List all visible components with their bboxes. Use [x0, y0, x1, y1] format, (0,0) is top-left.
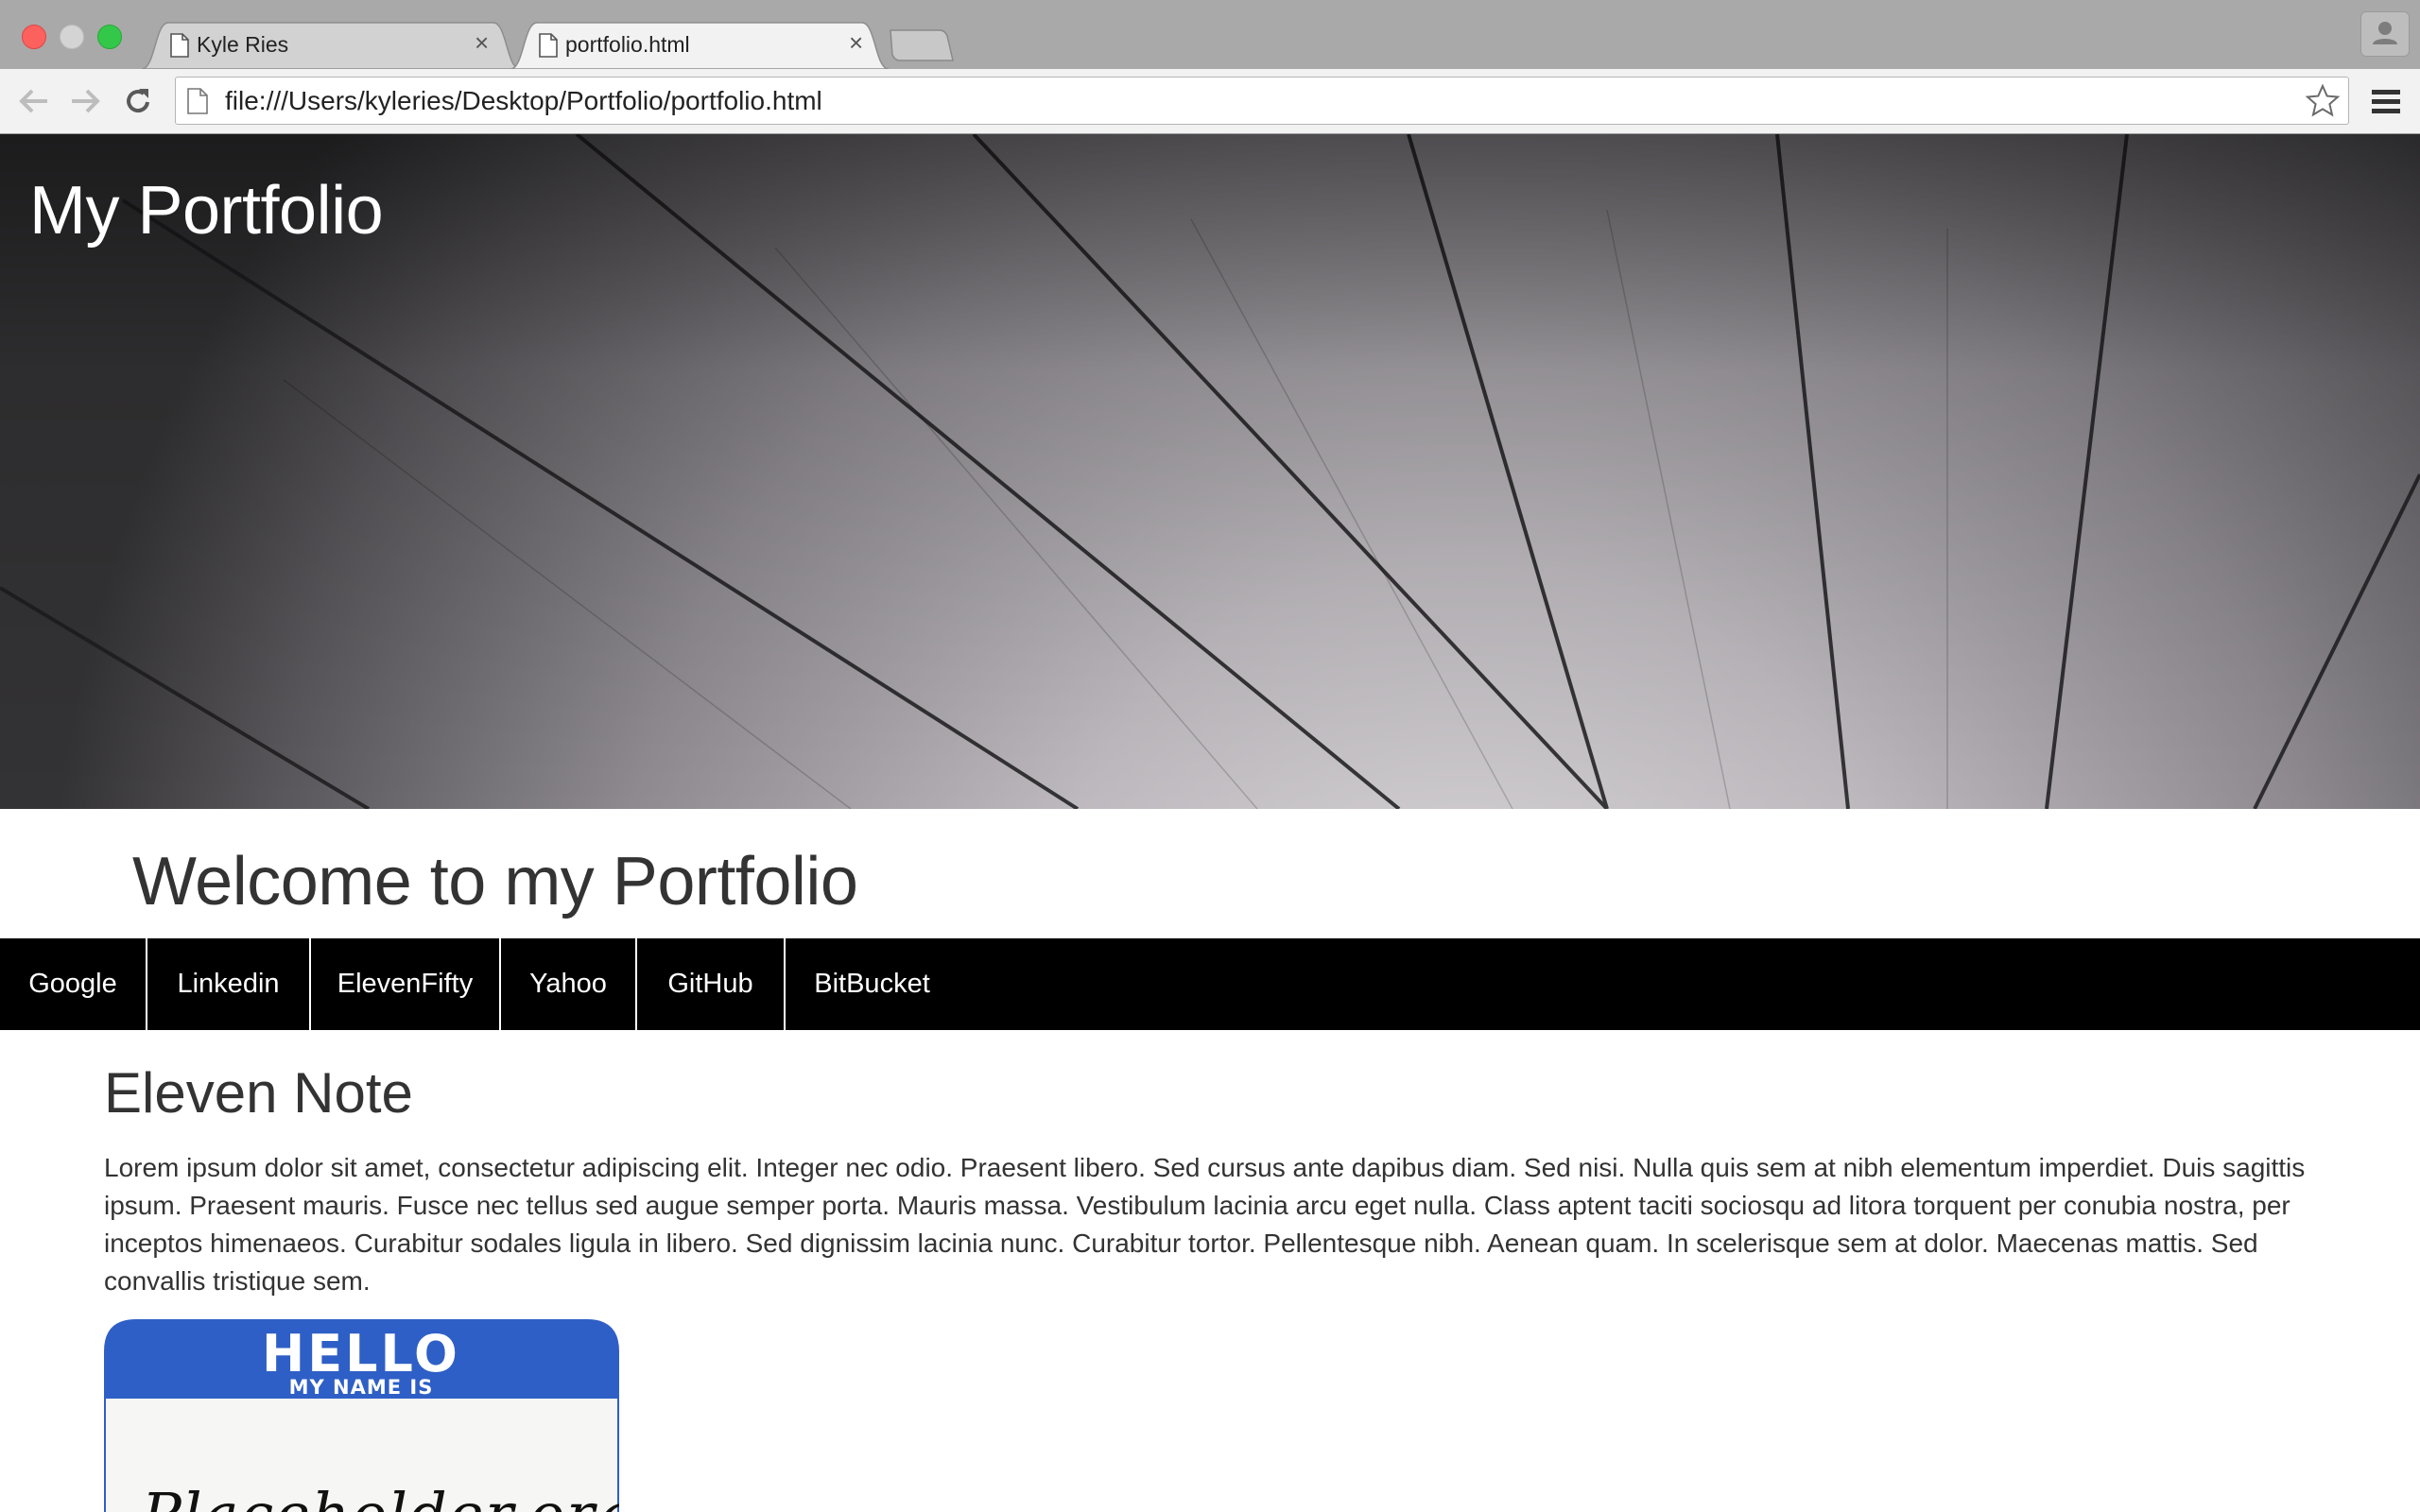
project-title: Eleven Note [104, 1061, 413, 1125]
address-bar[interactable]: file:///Users/kyleries/Desktop/Portfolio… [175, 77, 2349, 125]
nametag-hello-text: HELLO [262, 1324, 460, 1383]
page-icon [170, 33, 189, 58]
nav-link-linkedin[interactable]: Linkedin [147, 938, 309, 1030]
profile-icon [2373, 22, 2397, 44]
window-close-button[interactable] [22, 25, 46, 49]
window-maximize-button[interactable] [97, 25, 122, 49]
link-navbar: Google Linkedin ElevenFifty Yahoo GitHub… [0, 938, 2420, 1030]
nav-link-yahoo[interactable]: Yahoo [501, 938, 635, 1030]
page-icon [187, 88, 208, 114]
tab-close-icon[interactable]: × [849, 30, 863, 55]
forward-button[interactable] [64, 80, 106, 122]
nav-link-google[interactable]: Google [0, 938, 146, 1030]
tab-title: portfolio.html [565, 32, 690, 57]
new-tab-button[interactable] [889, 28, 955, 62]
browser-tab-strip: Kyle Ries × portfolio.html × [0, 0, 2420, 69]
nav-link-github[interactable]: GitHub [637, 938, 784, 1030]
browser-tab-portfolio[interactable]: portfolio.html × [510, 21, 889, 69]
hero-banner: My Portfolio [0, 134, 2420, 809]
hamburger-menu-icon[interactable] [2368, 86, 2406, 118]
back-arrow-icon [19, 89, 47, 113]
bookmark-star-icon[interactable] [2305, 83, 2341, 119]
url-text[interactable]: file:///Users/kyleries/Desktop/Portfolio… [225, 86, 822, 116]
nav-link-bitbucket[interactable]: BitBucket [786, 938, 959, 1030]
tab-close-icon[interactable]: × [475, 30, 489, 55]
back-button[interactable] [13, 80, 55, 122]
profile-button[interactable] [2360, 11, 2410, 57]
project-description: Lorem ipsum dolor sit amet, consectetur … [104, 1153, 2306, 1296]
browser-tab-kyle-ries[interactable]: Kyle Ries × [142, 21, 520, 69]
window-minimize-button[interactable] [60, 25, 84, 49]
reload-button[interactable] [117, 80, 159, 122]
forward-arrow-icon [72, 89, 100, 113]
nametag-my-name-is-text: MY NAME IS [289, 1376, 434, 1399]
nav-link-elevenfifty[interactable]: ElevenFifty [311, 938, 499, 1030]
browser-toolbar: file:///Users/kyleries/Desktop/Portfolio… [0, 69, 2420, 134]
nametag-handwritten-text: Placeholder.org [141, 1480, 619, 1512]
tab-title: Kyle Ries [197, 32, 289, 57]
page-icon [539, 33, 558, 58]
site-title: My Portfolio [29, 173, 384, 249]
nametag-placeholder-image: HELLO MY NAME IS Placeholder.org [104, 1319, 619, 1512]
page-viewport: My Portfolio Welcome to my Portfolio Goo… [0, 134, 2420, 1512]
welcome-heading: Welcome to my Portfolio [132, 844, 858, 919]
reload-icon [127, 89, 149, 112]
